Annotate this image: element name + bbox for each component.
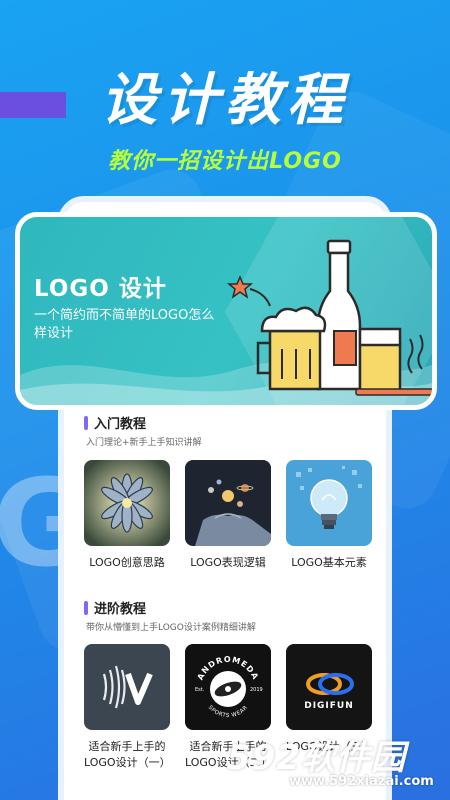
badge-left-text: Est. (195, 687, 205, 693)
section-marker (84, 415, 88, 430)
section-subtitle: 带你从懵懂到上手LOGO设计案例精细讲解 (86, 623, 256, 633)
watermark: 592软件园 www.592xiazai.com (225, 730, 450, 800)
course-card[interactable]: 适合新手上手的LOGO设计（一） (84, 644, 171, 771)
hero-title: 设计教程 (101, 68, 349, 133)
digifun-logo-thumbnail: DIGIFUN (286, 644, 372, 730)
radial-art-thumbnail (84, 460, 170, 546)
wave-logo-thumbnail (84, 644, 170, 730)
section-title: 进阶教程 (84, 598, 146, 617)
bottle-beer-icon (226, 239, 432, 396)
card-label: 适合新手上手的LOGO设计（一） (84, 740, 171, 769)
section-title-text: 进阶教程 (94, 602, 147, 617)
banner-title: LOGO 设计 (34, 276, 167, 302)
hero-subtitle: 教你一招设计出LOGO (108, 149, 342, 174)
section-marker (84, 600, 88, 615)
card-label: LOGO创意思路 (89, 556, 165, 569)
logo-design-banner[interactable]: LOGO 设计 一个简约而不简单的LOGO怎么样设计 (15, 212, 437, 410)
card-label: LOGO表现逻辑 (190, 556, 266, 569)
planets-thumbnail (185, 460, 271, 546)
card-label: LOGO基本元素 (291, 556, 367, 569)
course-card[interactable]: LOGO基本元素 (286, 460, 372, 571)
lightbulb-thumbnail (286, 460, 372, 546)
section-subtitle: 入门理论+新手上手知识讲解 (86, 438, 202, 448)
badge-right-text: 2019 (250, 687, 263, 693)
andromeda-badge-thumbnail: ANDROMEDA SPORTS WEAR Est. 2019 (185, 644, 271, 730)
section-title: 入门教程 (84, 413, 146, 432)
course-card[interactable]: LOGO创意思路 (84, 460, 170, 571)
banner-description: 一个简约而不简单的LOGO怎么样设计 (34, 308, 215, 341)
watermark-url: www.592xiazai.com (289, 774, 434, 789)
watermark-brand: 592软件园 (227, 738, 406, 778)
section-title-text: 入门教程 (94, 417, 147, 432)
brand-text: DIGIFUN (304, 701, 354, 711)
course-card[interactable]: LOGO表现逻辑 (185, 460, 271, 571)
